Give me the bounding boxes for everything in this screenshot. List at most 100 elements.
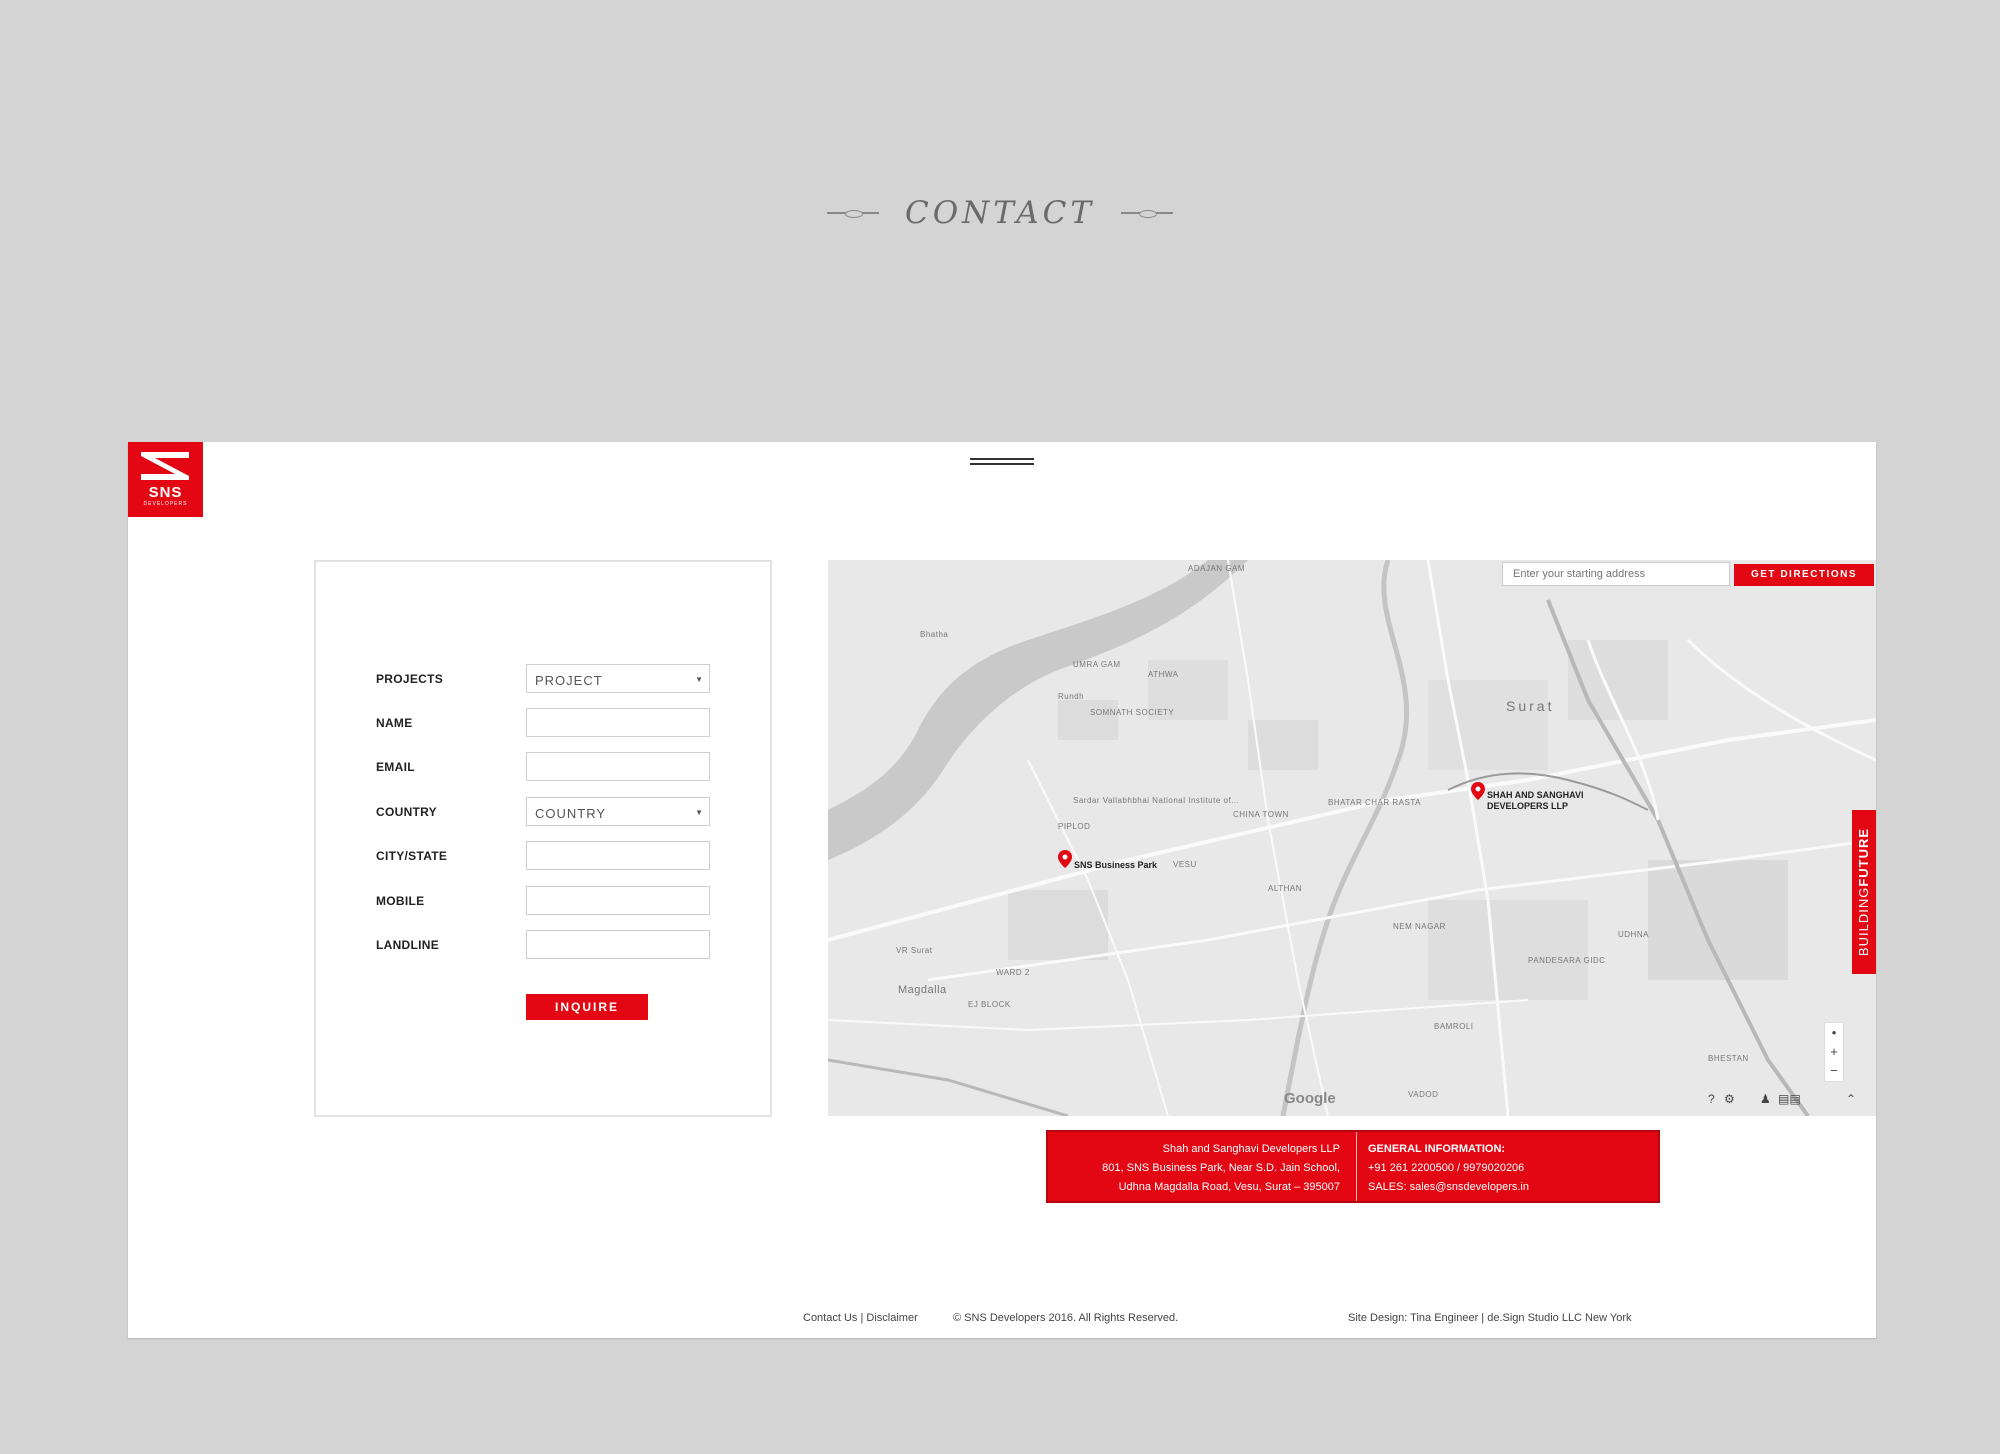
layers-icon[interactable]: ▤▤ [1778,1092,1801,1106]
map-label: VESU [1173,860,1197,869]
help-icon[interactable]: ? [1708,1092,1715,1106]
name-field[interactable] [526,708,710,737]
page-title: CONTACT [904,195,1096,231]
form-row-name: NAME [376,708,716,738]
map-label: UDHNA [1618,930,1649,939]
map-pin-icon[interactable] [1058,850,1072,868]
logo-mark-icon [141,452,189,480]
email-label: EMAIL [376,760,415,774]
website-frame: SNS DEVELOPERS PROJECTS PROJECT ▼ NAME E… [128,442,1876,1338]
form-row-landline: LANDLINE [376,930,716,960]
ornament-right [1121,210,1174,218]
country-select-value: COUNTRY [535,806,607,821]
map-label: BAMROLI [1434,1022,1474,1031]
map-label: NEM NAGAR [1393,922,1446,931]
get-directions-button[interactable]: GET DIRECTIONS [1734,564,1874,586]
map-label: BHATAR CHAR RASTA [1328,798,1421,807]
expand-icon[interactable]: ⌃ [1846,1092,1856,1106]
map-label: Magdalla [898,984,947,996]
city-state-label: CITY/STATE [376,849,448,863]
inquire-button[interactable]: INQUIRE [526,994,648,1020]
footer-links: Contact Us | Disclaimer [803,1312,918,1324]
general-info-heading: GENERAL INFORMATION: [1368,1143,1506,1155]
company-address: Shah and Sanghavi Developers LLP 801, SN… [1048,1140,1354,1197]
map-label: WARD 2 [996,968,1030,977]
gear-icon[interactable]: ⚙ [1724,1092,1735,1106]
marker-label-sns-business-park: SNS Business Park [1074,860,1158,870]
map-label: ALTHAN [1268,884,1302,893]
directions-input[interactable] [1503,563,1729,585]
map-label: BHESTAN [1708,1054,1749,1063]
location-map[interactable]: ADAJAN GAM Bhatha UMRA GAM Surat SOMNATH… [828,560,1876,1116]
zoom-controls: • + − [1824,1022,1844,1082]
projects-label: PROJECTS [376,672,444,686]
map-label: Rundh [1058,692,1085,701]
footer-separator: | [860,1312,864,1324]
logo-subtext: DEVELOPERS [143,501,188,507]
name-label: NAME [376,716,413,730]
map-label: ATHWA [1148,670,1179,679]
contact-us-link[interactable]: Contact Us [803,1312,857,1324]
map-base [828,560,1876,1116]
menu-toggle-icon[interactable] [970,458,1034,472]
map-label: Sardar Vallabhbhai National Institute of… [1073,796,1240,805]
directions-input-wrap [1502,562,1730,586]
building-future-tab[interactable]: BUILDINGFUTURE [1852,810,1876,974]
disclaimer-link[interactable]: Disclaimer [866,1312,917,1324]
site-credit: Site Design: Tina Engineer | de.Sign Stu… [1348,1312,1632,1324]
projects-select-value: PROJECT [535,673,603,688]
inquiry-form: PROJECTS PROJECT ▼ NAME EMAIL COUNTRY CO… [314,560,772,1117]
address-line1: 801, SNS Business Park, Near S.D. Jain S… [1102,1162,1340,1174]
email-field[interactable] [526,752,710,781]
dropdown-caret-icon: ▼ [695,808,703,817]
form-row-city: CITY/STATE [376,841,716,871]
map-label: PANDESARA GIDC [1528,956,1606,965]
info-divider [1356,1132,1357,1201]
map-label: ADAJAN GAM [1188,564,1246,573]
form-row-mobile: MOBILE [376,886,716,916]
mobile-label: MOBILE [376,894,425,908]
map-label: VR Surat [896,946,933,955]
mobile-field[interactable] [526,886,710,915]
city-state-field[interactable] [526,841,710,870]
map-label: Bhatha [920,630,949,639]
form-row-email: EMAIL [376,752,716,782]
phone-numbers[interactable]: +91 261 2200500 / 9979020206 [1368,1159,1529,1178]
building-tab-text-bold: FUTURE [1856,827,1871,887]
map-label: SOMNATH SOCIETY [1090,708,1175,717]
section-heading: CONTACT [0,195,2000,245]
address-line2: Udhna Magdalla Road, Vesu, Surat – 39500… [1118,1181,1340,1193]
compass-icon[interactable]: • [1825,1023,1843,1042]
landline-field[interactable] [526,930,710,959]
sales-email[interactable]: SALES: sales@snsdevelopers.in [1368,1178,1529,1197]
company-name: Shah and Sanghavi Developers LLP [1162,1143,1340,1155]
google-logo: Google [1284,1090,1336,1107]
map-label: Surat [1506,698,1555,714]
map-label: PIPLOD [1058,822,1091,831]
building-tab-text-light: BUILDING [1856,886,1871,957]
contact-info-bar: Shah and Sanghavi Developers LLP 801, SN… [1046,1130,1660,1203]
projects-select[interactable]: PROJECT ▼ [526,664,710,693]
logo-text: SNS [148,484,183,501]
map-pin-icon[interactable] [1471,782,1485,800]
copyright-text: © SNS Developers 2016. All Rights Reserv… [953,1312,1179,1324]
sns-logo[interactable]: SNS DEVELOPERS [128,442,203,517]
map-label: UMRA GAM [1073,660,1121,669]
form-row-projects: PROJECTS PROJECT ▼ [376,664,716,694]
marker-label-shah-sanghavi-line2: DEVELOPERS LLP [1487,801,1569,811]
street-view-icon[interactable]: ♟ [1760,1092,1771,1106]
map-controls: ? ⚙ ♟ ▤▤ ⌃ [1708,1090,1868,1110]
country-label: COUNTRY [376,805,437,819]
zoom-in-button[interactable]: + [1825,1042,1843,1061]
form-row-country: COUNTRY COUNTRY ▼ [376,797,716,827]
dropdown-caret-icon: ▼ [695,675,703,684]
ornament-left [826,210,879,218]
map-label: EJ BLOCK [968,1000,1011,1009]
general-info: GENERAL INFORMATION: +91 261 2200500 / 9… [1368,1140,1529,1197]
map-label: CHINA TOWN [1233,810,1289,819]
country-select[interactable]: COUNTRY ▼ [526,797,710,826]
landline-label: LANDLINE [376,938,440,952]
marker-label-shah-sanghavi-line1: SHAH AND SANGHAVI [1487,790,1584,800]
map-label: VADOD [1408,1090,1439,1099]
zoom-out-button[interactable]: − [1825,1061,1843,1080]
